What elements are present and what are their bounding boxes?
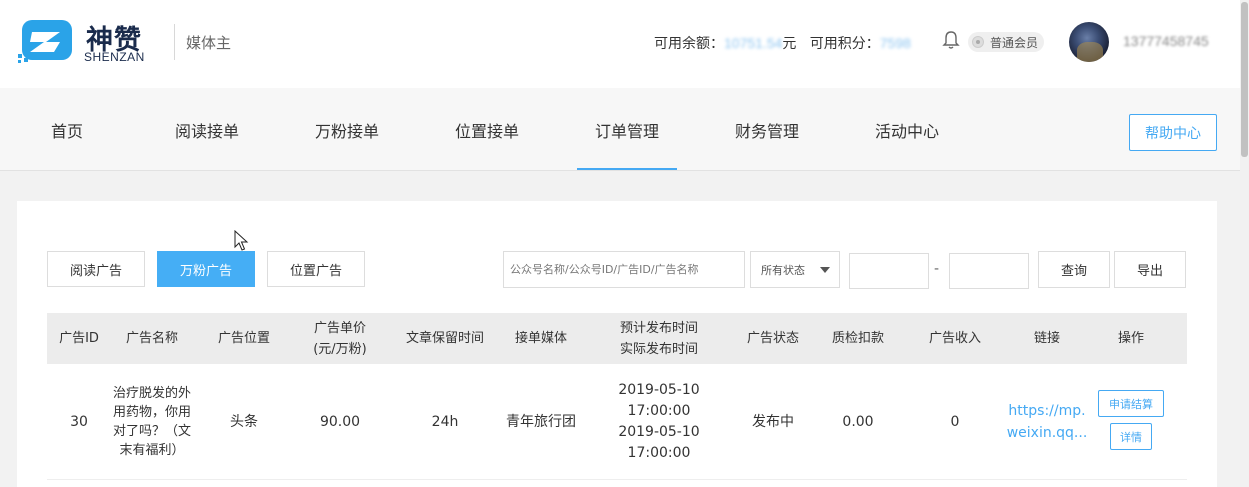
order-panel: 阅读广告 万粉广告 位置广告 所有状态 - 查询 导出 广告ID 广告名称 广告… bbox=[17, 201, 1217, 487]
tab-fans-ads[interactable]: 万粉广告 bbox=[157, 251, 255, 287]
help-center-button[interactable]: 帮助中心 bbox=[1129, 114, 1217, 151]
brand-logo[interactable]: 神赞 SHENZAN bbox=[16, 18, 161, 64]
balance-value: 10751.54 bbox=[724, 35, 783, 51]
column-header: 广告ID bbox=[59, 331, 99, 346]
column-header: 广告位置 bbox=[217, 331, 270, 346]
member-badge: 普通会员 bbox=[968, 32, 1045, 52]
column-header: 接单媒体 bbox=[514, 331, 567, 346]
nav-item-position-orders[interactable]: 位置接单 bbox=[454, 88, 520, 170]
cell-ad-position: 头条 bbox=[230, 413, 258, 430]
end-date-input[interactable] bbox=[949, 253, 1029, 289]
nav-item-activity-center[interactable]: 活动中心 bbox=[874, 88, 940, 170]
mouse-cursor-icon bbox=[234, 230, 249, 251]
tab-read-ads[interactable]: 阅读广告 bbox=[47, 251, 145, 287]
cell-income: 0 bbox=[950, 413, 960, 430]
points-label: 可用积分： bbox=[809, 36, 880, 52]
column-header: 链接 bbox=[1033, 331, 1060, 346]
export-button[interactable]: 导出 bbox=[1114, 251, 1186, 288]
header-divider bbox=[174, 24, 175, 60]
nav-item-order-management[interactable]: 订单管理 bbox=[577, 88, 677, 170]
main-nav: 首页 阅读接单 万粉接单 位置接单 订单管理 财务管理 活动中心 帮助中心 bbox=[0, 88, 1240, 171]
column-header: 广告单价 (元/万粉) bbox=[313, 320, 367, 357]
user-role: 媒体主 bbox=[186, 34, 232, 52]
search-input[interactable] bbox=[503, 251, 745, 288]
top-header: 神赞 SHENZAN 媒体主 可用余额：10751.54元 可用积分：7598 … bbox=[0, 0, 1240, 88]
cell-ad-price: 90.00 bbox=[319, 413, 361, 430]
account-balance: 可用余额：10751.54元 可用积分：7598 bbox=[654, 33, 911, 53]
nav-item-home[interactable]: 首页 bbox=[50, 88, 84, 170]
column-header: 广告状态 bbox=[746, 331, 799, 346]
cell-retention: 24h bbox=[431, 413, 459, 430]
chevron-down-icon bbox=[820, 267, 830, 273]
table-header: 广告ID 广告名称 广告位置 广告单价 (元/万粉) 文章保留时间 接单媒体 预… bbox=[47, 313, 1187, 364]
date-range-separator: - bbox=[934, 261, 940, 277]
status-dropdown[interactable]: 所有状态 bbox=[750, 251, 840, 288]
column-header: 广告收入 bbox=[928, 331, 981, 346]
balance-unit: 元 bbox=[782, 36, 797, 52]
apply-settlement-button[interactable]: 申请结算 bbox=[1098, 390, 1164, 417]
nav-item-read-orders[interactable]: 阅读接单 bbox=[174, 88, 240, 170]
cell-media: 青年旅行团 bbox=[506, 413, 576, 430]
cell-ad-name: 治疗脱发的外 用药物，你用 对了吗？（文 末有福利） bbox=[112, 386, 191, 458]
cell-ad-status: 发布中 bbox=[752, 413, 794, 430]
cell-deduction: 0.00 bbox=[842, 413, 874, 430]
bell-icon[interactable] bbox=[942, 30, 960, 50]
status-dropdown-value: 所有状态 bbox=[761, 263, 805, 277]
column-header: 预计发布时间 实际发布时间 bbox=[619, 320, 698, 357]
table-row: 30 治疗脱发的外 用药物，你用 对了吗？（文 末有福利） 头条 90.00 2… bbox=[47, 364, 1187, 480]
shenzan-logo-icon bbox=[18, 20, 72, 63]
user-phone[interactable]: 13777458745 bbox=[1123, 33, 1209, 49]
member-level-icon bbox=[972, 36, 984, 48]
logo-english-text: SHENZAN bbox=[84, 50, 145, 64]
column-header: 文章保留时间 bbox=[405, 331, 484, 346]
article-link[interactable]: https://mp. weixin.qq... bbox=[1005, 364, 1089, 480]
avatar[interactable] bbox=[1069, 22, 1109, 62]
balance-label: 可用余额： bbox=[654, 36, 724, 52]
nav-item-fans-orders[interactable]: 万粉接单 bbox=[314, 88, 380, 170]
tab-position-ads[interactable]: 位置广告 bbox=[267, 251, 365, 287]
column-header: 操作 bbox=[1117, 331, 1144, 346]
points-value: 7598 bbox=[879, 35, 911, 51]
cell-publish-times: 2019-05-10 17:00:00 2019-05-10 17:00:00 bbox=[618, 382, 700, 461]
scrollbar-thumb[interactable] bbox=[1241, 2, 1248, 157]
member-level-label: 普通会员 bbox=[990, 35, 1039, 50]
cell-ad-id: 30 bbox=[70, 413, 88, 430]
page-scrollbar[interactable] bbox=[1240, 0, 1249, 487]
column-header: 质检扣款 bbox=[831, 331, 884, 346]
start-date-input[interactable] bbox=[849, 253, 929, 289]
column-header: 广告名称 bbox=[125, 331, 178, 346]
query-button[interactable]: 查询 bbox=[1038, 251, 1110, 288]
nav-item-finance[interactable]: 财务管理 bbox=[734, 88, 800, 170]
detail-button[interactable]: 详情 bbox=[1110, 423, 1152, 450]
